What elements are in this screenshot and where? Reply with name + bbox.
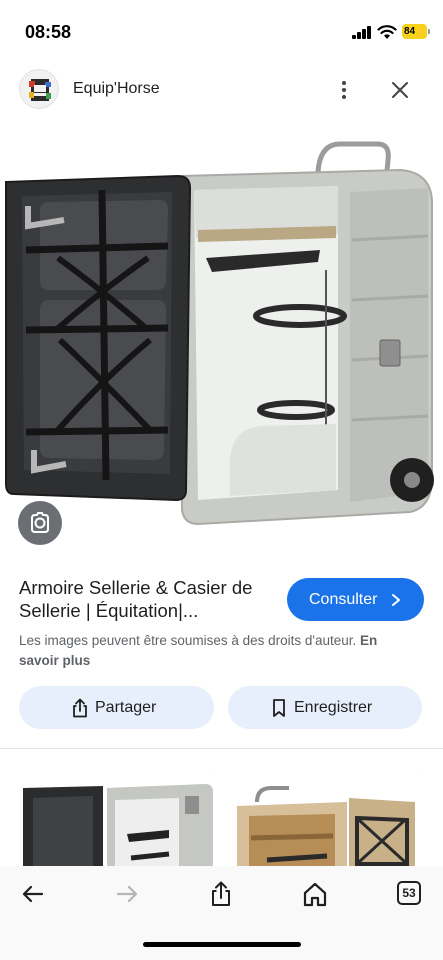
back-arrow-icon[interactable]	[19, 880, 47, 908]
battery-icon: 84⚡	[402, 24, 430, 39]
forward-arrow-icon[interactable]	[113, 880, 141, 908]
home-indicator[interactable]	[143, 942, 301, 947]
share-icon[interactable]	[207, 880, 235, 908]
status-bar: 08:58 84⚡	[0, 0, 443, 62]
related-image-card[interactable]	[19, 768, 216, 878]
related-image	[19, 768, 216, 878]
divider	[0, 748, 443, 749]
site-name[interactable]: Equip'Horse	[73, 80, 160, 98]
home-icon[interactable]	[301, 880, 329, 908]
lens-icon	[31, 512, 49, 533]
result-title[interactable]: Armoire Sellerie & Casier de Sellerie | …	[19, 576, 279, 622]
close-icon[interactable]	[388, 78, 412, 102]
battery-level: 84	[404, 26, 416, 37]
lens-search-button[interactable]	[18, 501, 62, 545]
status-time: 08:58	[25, 22, 72, 42]
signal-icon	[352, 26, 372, 39]
tabs-icon[interactable]: 53	[397, 881, 421, 905]
site-logo[interactable]	[19, 69, 59, 109]
related-image-card[interactable]	[227, 768, 424, 878]
product-image[interactable]	[0, 130, 443, 560]
share-label: Partager	[95, 699, 157, 716]
consult-label: Consulter	[309, 591, 378, 608]
save-button[interactable]: Enregistrer	[228, 686, 422, 729]
header: Equip'Horse	[0, 66, 443, 114]
chevron-right-icon	[392, 594, 400, 606]
copyright-notice: Les images peuvent être soumises à des d…	[19, 631, 419, 671]
bookmark-icon	[273, 699, 285, 717]
save-label: Enregistrer	[294, 699, 373, 716]
share-button[interactable]: Partager	[19, 686, 214, 729]
copyright-text: Les images peuvent être soumises à des d…	[19, 633, 357, 648]
related-image	[227, 768, 424, 878]
tab-count: 53	[402, 886, 416, 900]
consult-button[interactable]: Consulter	[287, 578, 424, 621]
share-icon	[73, 698, 87, 718]
wifi-icon	[377, 25, 397, 39]
more-vert-icon[interactable]	[332, 78, 356, 102]
